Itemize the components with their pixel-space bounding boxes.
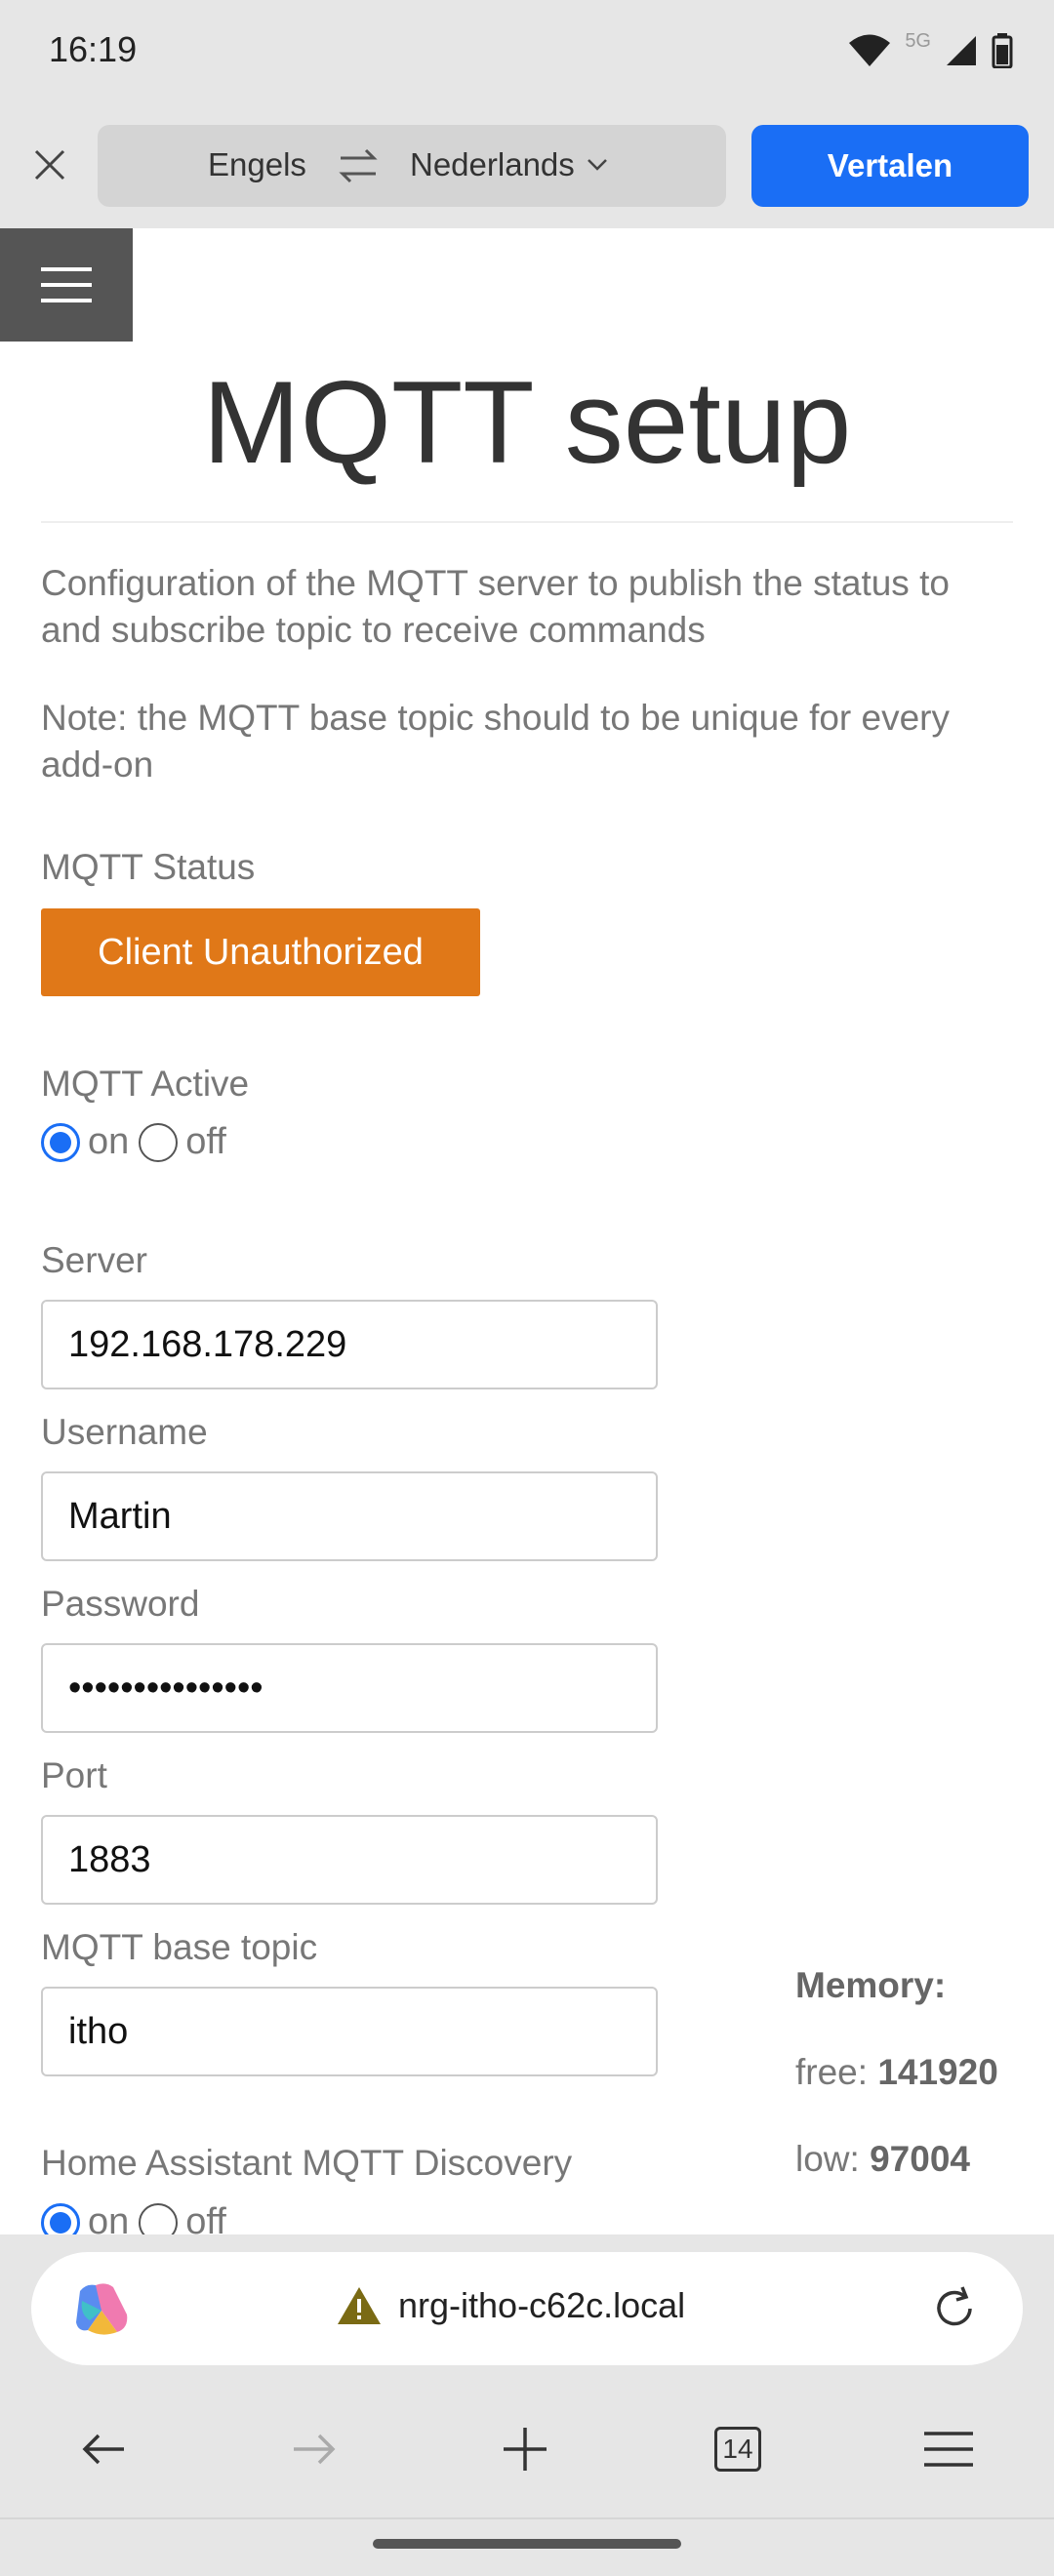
new-tab-button[interactable] [488,2412,562,2486]
status-icons: 5G [848,29,1013,70]
divider [41,521,1013,523]
nav-separator [0,2517,1054,2519]
mqtt-status-label: MQTT Status [41,847,256,887]
base-topic-input[interactable]: itho [41,1987,658,2076]
base-topic-label: MQTT base topic [41,1927,318,1967]
translate-bar: Engels Nederlands Vertalen [0,107,1054,228]
username-label: Username [41,1412,208,1452]
password-input[interactable]: ••••••••••••••• [41,1643,658,1733]
memory-free: free: 141920 [795,2052,998,2092]
mqtt-active-off-radio[interactable] [139,1122,179,1162]
port-input[interactable]: 1883 [41,1815,658,1905]
status-time: 16:19 [49,29,138,69]
gesture-handle[interactable] [373,2539,681,2549]
arrow-left-icon [82,2434,124,2465]
server-input[interactable]: 192.168.178.229 [41,1300,658,1389]
ha-discovery-on-label: on [88,2201,130,2234]
web-page: MQTT setup Configuration of the MQTT ser… [0,228,1054,2234]
arrow-right-icon [294,2434,336,2465]
ha-discovery-on-radio[interactable] [41,2202,80,2234]
forward-button[interactable] [277,2412,351,2486]
mqtt-active-label: MQTT Active [41,1064,250,1104]
mqtt-status-badge: Client Unauthorized [41,908,480,996]
username-input[interactable]: Martin [41,1471,658,1561]
close-icon [34,149,65,181]
ha-discovery-off-label: off [185,2201,226,2234]
address-bar[interactable]: nrg-itho-c62c.local [31,2252,1023,2365]
url-text: nrg-itho-c62c.local [398,2285,686,2325]
menu-icon [924,2432,973,2467]
chevron-down-icon [587,159,607,171]
browser-menu-button[interactable] [912,2412,986,2486]
mqtt-active-on-label: on [88,1121,130,1162]
address-bar-container: nrg-itho-c62c.local [0,2234,1054,2381]
close-translate-button[interactable] [21,137,78,193]
password-label: Password [41,1584,200,1624]
language-selector[interactable]: Engels Nederlands [98,125,726,207]
menu-icon [41,267,92,302]
bottom-navigation: 14 [0,2381,1054,2517]
translate-button[interactable]: Vertalen [751,125,1029,207]
target-language[interactable]: Nederlands [410,146,608,183]
mqtt-active-off-label: off [185,1121,226,1162]
tab-count: 14 [714,2427,761,2472]
url-display[interactable]: nrg-itho-c62c.local [336,2285,685,2326]
warning-icon [338,2287,381,2324]
reload-icon[interactable] [927,2281,982,2336]
network-label: 5G [905,29,931,52]
target-language-label: Nederlands [410,146,575,182]
ha-discovery-label: Home Assistant MQTT Discovery [41,2143,573,2183]
plus-icon [504,2428,547,2471]
source-language[interactable]: Engels [208,146,306,183]
memory-title: Memory: [795,1965,947,2005]
port-label: Port [41,1755,107,1795]
battery-icon [992,33,1013,68]
memory-free-value: 141920 [877,2052,998,2092]
mqtt-active-on-radio[interactable] [41,1122,80,1162]
signal-icon [947,36,976,65]
hamburger-menu-button[interactable] [0,228,133,342]
page-title: MQTT setup [202,357,852,488]
memory-low: low: 97004 [795,2139,970,2179]
swap-icon[interactable] [337,146,380,185]
page-note: Note: the MQTT base topic should to be u… [41,698,950,785]
page-description: Configuration of the MQTT server to publ… [41,563,950,650]
server-label: Server [41,1240,147,1280]
status-bar: 16:19 5G [0,0,1054,107]
ha-discovery-off-radio[interactable] [139,2202,179,2234]
back-button[interactable] [66,2412,141,2486]
copilot-icon[interactable] [72,2281,133,2336]
memory-low-value: 97004 [870,2139,970,2179]
tabs-button[interactable]: 14 [701,2412,775,2486]
wifi-icon [849,34,891,66]
ha-discovery-radio-group: on off [41,2201,236,2234]
mqtt-active-radio-group: on off [41,1121,236,1163]
